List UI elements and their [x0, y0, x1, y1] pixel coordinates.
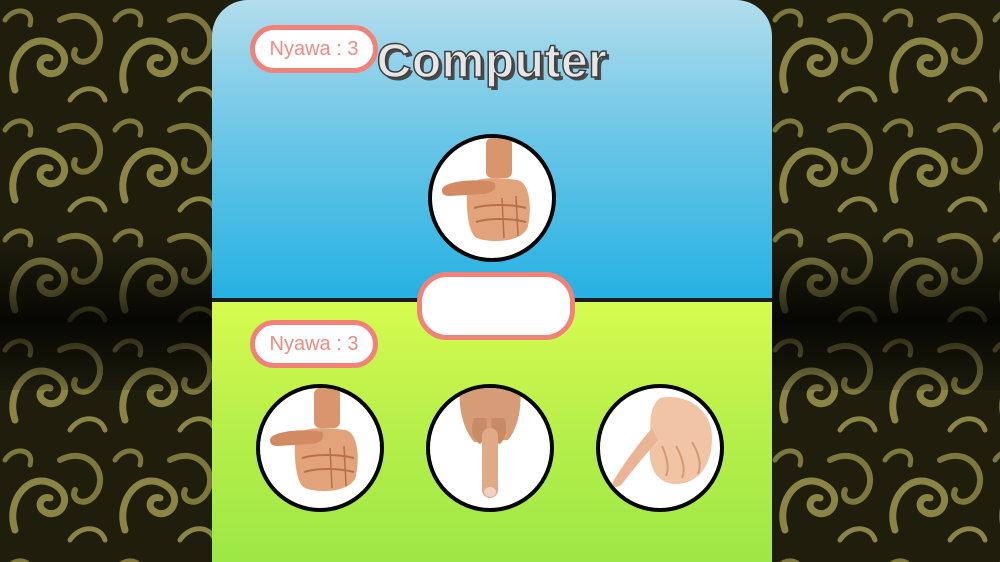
computer-hand-thumb-fist-icon — [428, 134, 556, 262]
thumb-fist-icon — [442, 138, 530, 242]
pinky-finger-icon — [612, 397, 712, 487]
player-lives-badge: Nyawa : 3 — [250, 320, 378, 368]
player-choice-index-button[interactable] — [426, 384, 554, 512]
thumb-fist-icon — [270, 388, 358, 492]
index-finger-down-icon — [459, 388, 521, 498]
computer-lives-badge: Nyawa : 3 — [250, 25, 378, 73]
result-display — [417, 272, 575, 340]
game-board: Computer Nyawa : 3 Nyawa : 3 — [212, 0, 772, 562]
computer-lives-label: Nyawa : 3 — [269, 37, 359, 60]
player-choice-thumb-button[interactable] — [256, 384, 384, 512]
player-choice-pinky-button[interactable] — [596, 384, 724, 512]
player-lives-label: Nyawa : 3 — [269, 332, 359, 355]
